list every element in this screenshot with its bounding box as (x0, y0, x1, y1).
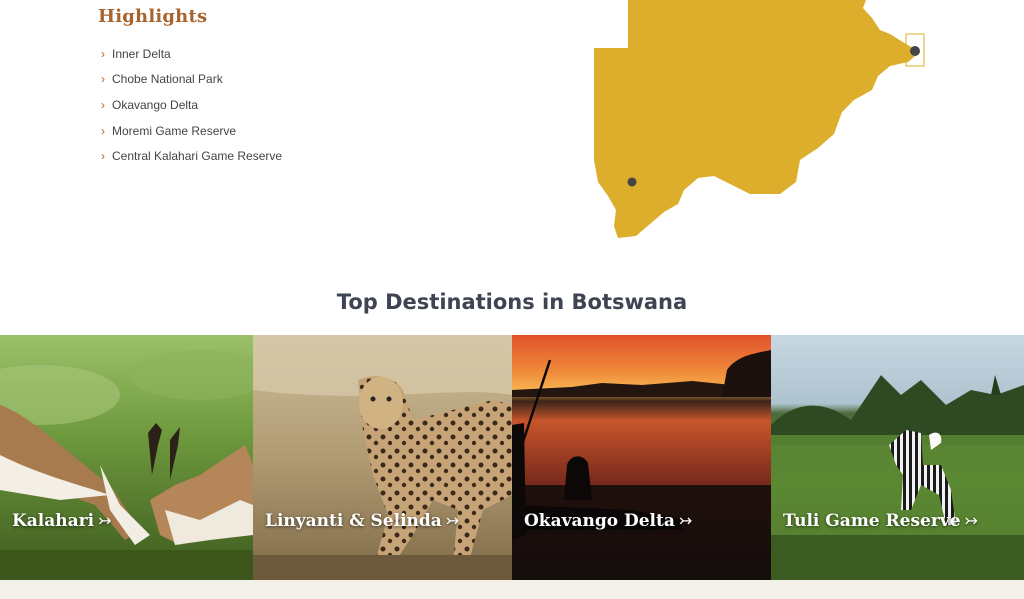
destination-tiles: Kalahari ↣ Linyanti & Selinda ↣ Okavango… (0, 335, 1024, 580)
highlights-section: Highlights › Inner Delta › Chobe Nationa… (98, 6, 418, 169)
highlight-item-okavango[interactable]: › Okavango Delta (98, 92, 418, 118)
destination-name: Okavango Delta (524, 511, 675, 531)
destination-tile-kalahari[interactable]: Kalahari ↣ (0, 335, 253, 580)
botswana-country-shape (594, 0, 920, 238)
destination-label: Tuli Game Reserve ↣ (783, 511, 978, 531)
highlight-label: Moremi Game Reserve (112, 123, 237, 138)
chevron-right-icon: › (101, 46, 105, 61)
highlight-item-central-kalahari[interactable]: › Central Kalahari Game Reserve (98, 143, 418, 169)
chevron-right-icon: › (101, 72, 105, 87)
destination-label: Kalahari ↣ (12, 511, 111, 531)
arrow-right-icon: ↣ (964, 511, 978, 530)
leopard-photo (253, 335, 512, 580)
destination-name: Linyanti & Selinda (265, 511, 442, 531)
highlights-title: Highlights (98, 6, 208, 27)
sunset-mokoro-photo (512, 335, 771, 580)
highlight-label: Okavango Delta (112, 97, 199, 112)
botswana-map-icon[interactable] (590, 0, 930, 240)
arrow-right-icon: ↣ (445, 511, 460, 530)
destination-label: Linyanti & Selinda ↣ (265, 511, 459, 531)
map-marker-kalahari[interactable] (627, 177, 637, 187)
top-destinations-title: Top Destinations in Botswana (336, 290, 688, 314)
highlight-item-inner-delta[interactable]: › Inner Delta (98, 41, 418, 67)
highlight-item-moremi[interactable]: › Moremi Game Reserve (98, 118, 418, 144)
chevron-right-icon: › (101, 97, 105, 112)
highlight-label: Inner Delta (112, 46, 171, 61)
destination-tile-okavango-delta[interactable]: Okavango Delta ↣ (512, 335, 771, 580)
highlight-label: Chobe National Park (112, 72, 223, 87)
highlight-label: Central Kalahari Game Reserve (112, 149, 283, 164)
zebra-photo (771, 335, 1024, 580)
botswana-map-svg (594, 0, 925, 238)
destination-name: Kalahari (12, 511, 95, 531)
destination-label: Okavango Delta ↣ (524, 511, 692, 531)
destination-tile-linyanti-selinda[interactable]: Linyanti & Selinda ↣ (253, 335, 512, 580)
highlights-list: › Inner Delta › Chobe National Park › Ok… (98, 41, 418, 169)
destination-name: Tuli Game Reserve (783, 511, 961, 531)
destination-tile-tuli[interactable]: Tuli Game Reserve ↣ (771, 335, 1024, 580)
map-marker-chobe[interactable] (910, 46, 920, 56)
chevron-right-icon: › (101, 149, 105, 164)
footer-strip (0, 580, 1024, 599)
arrow-right-icon: ↣ (98, 511, 112, 530)
springbok-photo (0, 335, 253, 580)
highlight-item-chobe[interactable]: › Chobe National Park (98, 67, 418, 93)
chevron-right-icon: › (101, 123, 105, 138)
arrow-right-icon: ↣ (678, 511, 693, 530)
